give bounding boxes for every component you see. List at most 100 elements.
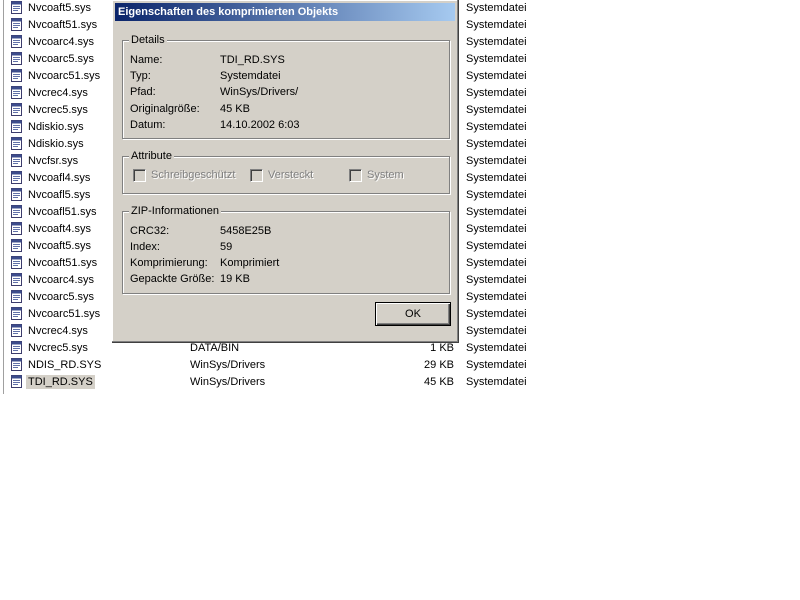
hidden-label: Versteckt [268,169,314,181]
file-name: Ndiskio.sys [28,121,84,133]
system-file-icon [11,35,22,48]
readonly-checkbox[interactable] [133,169,146,182]
file-name: Nvcoafl5.sys [28,189,91,201]
file-name: Nvcoarc4.sys [28,36,95,48]
system-file-icon [11,18,22,31]
ok-button[interactable]: OK [375,302,451,326]
file-type: Systemdatei [466,70,527,82]
original-size-label: Originalgröße: [130,103,200,115]
system-file-icon [11,375,22,388]
file-name: Nvcrec4.sys [28,87,88,99]
packed-size-label: Gepackte Größe: [130,273,215,285]
file-name: NDIS_RD.SYS [28,359,102,371]
file-path: WinSys/Drivers [190,376,266,388]
name-value: TDI_RD.SYS [220,54,285,66]
file-name: Nvcoaft5.sys [28,2,91,14]
system-file-icon [11,222,22,235]
file-name: Nvcrec4.sys [28,325,88,337]
system-file-icon [11,103,22,116]
properties-dialog: Eigenschaften des komprimierten Objekts … [112,0,459,343]
file-type: Systemdatei [466,325,527,337]
file-name: Nvcrec5.sys [28,104,88,116]
file-type: Systemdatei [466,2,527,14]
system-file-icon [11,307,22,320]
system-file-icon [11,86,22,99]
file-size: 45 KB [424,376,454,388]
type-value: Systemdatei [220,70,281,82]
file-path: WinSys/Drivers [190,359,266,371]
file-type: Systemdatei [466,206,527,218]
system-file-icon [11,273,22,286]
file-name: Nvcoarc4.sys [28,274,95,286]
file-name: Nvcoarc51.sys [28,308,101,320]
file-name: Nvcoarc5.sys [28,53,95,65]
system-file-icon [11,69,22,82]
date-value: 14.10.2002 6:03 [220,119,300,131]
path-value: WinSys/Drivers/ [220,86,299,98]
file-name: Nvcoafl4.sys [28,172,91,184]
attributes-group: Attribute Schreibgeschützt Versteckt Sys… [122,149,450,194]
file-name: Nvcoaft51.sys [28,19,98,31]
file-path: DATA/BIN [190,342,240,354]
file-type: Systemdatei [466,223,527,235]
file-name: Nvcoarc5.sys [28,291,95,303]
system-file-icon [11,256,22,269]
file-type: Systemdatei [466,121,527,133]
list-left-border [3,0,4,394]
system-file-icon [11,171,22,184]
hidden-checkbox[interactable] [250,169,263,182]
compression-label: Komprimierung: [130,257,208,269]
file-name: Nvcoaft51.sys [28,257,98,269]
system-file-icon [11,324,22,337]
file-name: Nvcoaft4.sys [28,223,91,235]
file-type: Systemdatei [466,53,527,65]
packed-size-value: 19 KB [220,273,250,285]
file-name: Nvcrec5.sys [28,342,88,354]
file-type: Systemdatei [466,36,527,48]
file-type: Systemdatei [466,155,527,167]
system-file-icon [11,188,22,201]
system-label: System [367,169,404,181]
file-type: Systemdatei [466,342,527,354]
path-label: Pfad: [130,86,156,98]
system-file-icon [11,239,22,252]
type-label: Typ: [130,70,151,82]
file-name: Nvcoaft5.sys [28,240,91,252]
dialog-titlebar[interactable]: Eigenschaften des komprimierten Objekts [115,3,455,21]
file-type: Systemdatei [466,308,527,320]
file-type: Systemdatei [466,257,527,269]
file-name: Nvcoarc51.sys [28,70,101,82]
file-type: Systemdatei [466,138,527,150]
system-file-icon [11,341,22,354]
crc-value: 5458E25B [220,225,272,237]
index-label: Index: [130,241,160,253]
file-name: Ndiskio.sys [28,138,84,150]
attributes-legend: Attribute [129,149,174,163]
system-file-icon [11,137,22,150]
file-type: Systemdatei [466,291,527,303]
file-row[interactable]: TDI_RD.SYS WinSys/Drivers 45 KB Systemdatei [10,374,570,391]
system-file-icon [11,358,22,371]
system-file-icon [11,205,22,218]
system-file-icon [11,154,22,167]
file-name: Nvcoafl51.sys [28,206,97,218]
system-file-icon [11,120,22,133]
file-name: Nvcfsr.sys [28,155,79,167]
readonly-label: Schreibgeschützt [151,169,236,181]
system-file-icon [11,52,22,65]
file-type: Systemdatei [466,376,527,388]
file-type: Systemdatei [466,189,527,201]
file-type: Systemdatei [466,104,527,116]
file-row[interactable]: NDIS_RD.SYS WinSys/Drivers 29 KB Systemdate… [10,357,570,374]
file-size: 29 KB [424,359,454,371]
file-type: Systemdatei [466,359,527,371]
system-file-icon [11,290,22,303]
file-name: TDI_RD.SYS [26,375,95,389]
file-type: Systemdatei [466,87,527,99]
file-type: Systemdatei [466,240,527,252]
system-file-icon [11,1,22,14]
crc-label: CRC32: [130,225,170,237]
zip-info-legend: ZIP-Informationen [129,204,222,218]
system-checkbox[interactable] [349,169,362,182]
original-size-value: 45 KB [220,103,250,115]
